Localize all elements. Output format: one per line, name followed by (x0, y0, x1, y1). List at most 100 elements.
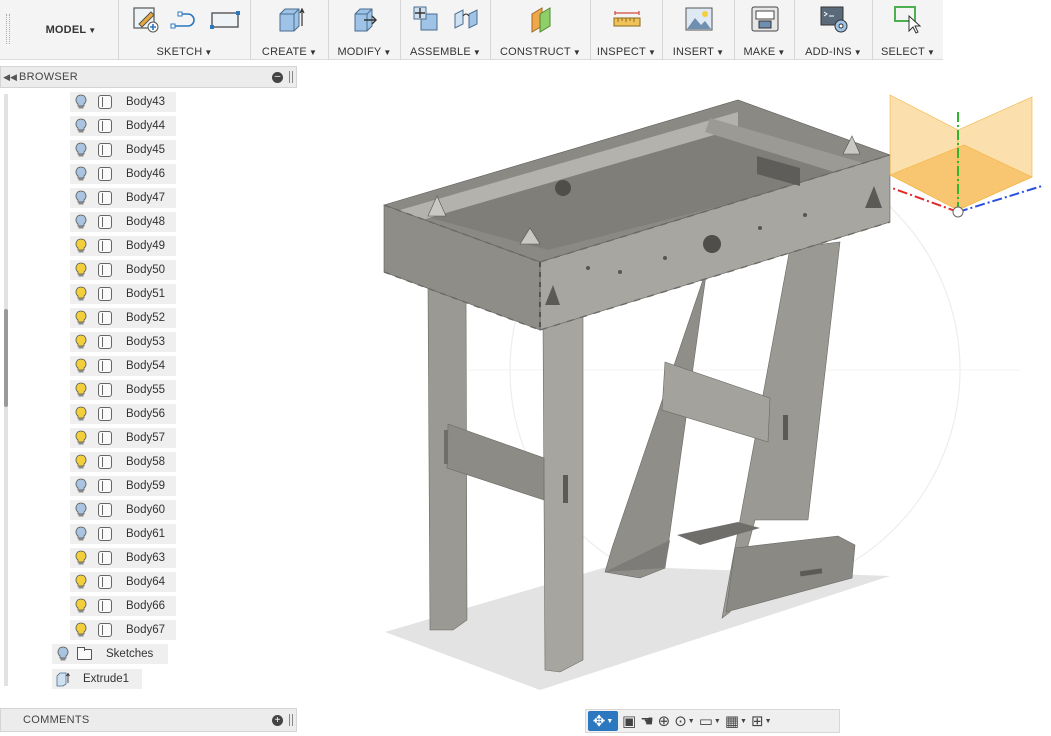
select-icon[interactable] (893, 4, 923, 34)
lightbulb-icon[interactable] (74, 166, 88, 182)
tree-item-body[interactable]: Body60 (70, 500, 176, 520)
extrude-icon[interactable] (275, 4, 305, 34)
make-menu[interactable]: MAKE ▼ (735, 46, 794, 58)
minus-icon[interactable]: – (272, 71, 283, 83)
inspect-menu[interactable]: INSPECT ▼ (591, 46, 662, 58)
panel-grip-icon[interactable] (289, 71, 293, 83)
view-cube[interactable] (885, 90, 1051, 225)
press-pull-icon[interactable] (350, 4, 380, 34)
lightbulb-icon[interactable] (74, 382, 88, 398)
lightbulb-icon[interactable] (74, 334, 88, 350)
tree-item-body[interactable]: Body46 (70, 164, 176, 184)
lightbulb-icon[interactable] (74, 406, 88, 422)
tree-item-body[interactable]: Body49 (70, 236, 176, 256)
tree-item-body[interactable]: Body52 (70, 308, 176, 328)
viewports-button[interactable]: ⊞ ▼ (751, 711, 772, 731)
tree-item-body[interactable]: Body53 (70, 332, 176, 352)
tree-item-body[interactable]: Body57 (70, 428, 176, 448)
tree-item-body[interactable]: Body55 (70, 380, 176, 400)
lightbulb-icon[interactable] (74, 622, 88, 638)
tree-item-body[interactable]: Body45 (70, 140, 176, 160)
tree-item-label: Body63 (126, 552, 166, 564)
panel-grip-icon[interactable] (289, 714, 293, 726)
lightbulb-icon[interactable] (74, 238, 88, 254)
tree-item-label: Body47 (126, 192, 166, 204)
select-menu[interactable]: SELECT ▼ (873, 46, 943, 58)
fit-button[interactable]: ⊙ ▼ (674, 711, 695, 731)
lightbulb-icon[interactable] (74, 190, 88, 206)
tree-item-body[interactable]: Body50 (70, 260, 176, 280)
chevron-down-icon: ▼ (740, 717, 747, 725)
add-ins-menu[interactable]: ADD-INS ▼ (795, 46, 872, 58)
pan-button[interactable]: ☚ (640, 711, 653, 731)
tree-item-body[interactable]: Body59 (70, 476, 176, 496)
tree-item-body[interactable]: Body64 (70, 572, 176, 592)
toolbar-grip[interactable] (6, 14, 10, 44)
body-icon (98, 191, 112, 205)
insert-menu[interactable]: INSERT ▼ (663, 46, 734, 58)
plus-icon[interactable]: + (272, 714, 283, 726)
lightbulb-icon[interactable] (74, 214, 88, 230)
collapse-panel-icon[interactable]: ◀◀ (1, 72, 19, 83)
lightbulb-icon[interactable] (74, 502, 88, 518)
lightbulb-icon[interactable] (74, 262, 88, 278)
tree-item-body[interactable]: Body61 (70, 524, 176, 544)
lightbulb-icon[interactable] (74, 358, 88, 374)
tree-item-sketches[interactable]: Sketches (30, 644, 168, 664)
offset-plane-icon[interactable] (526, 4, 556, 34)
create-menu[interactable]: CREATE ▼ (251, 46, 328, 58)
lightbulb-icon[interactable] (74, 454, 88, 470)
scrollbar-thumb[interactable] (4, 309, 8, 407)
lightbulb-icon[interactable] (74, 478, 88, 494)
modify-menu[interactable]: MODIFY ▼ (329, 46, 400, 58)
lightbulb-icon[interactable] (74, 118, 88, 134)
lightbulb-icon[interactable] (74, 598, 88, 614)
expand-triangle-icon[interactable] (34, 647, 45, 661)
browser-scrollbar[interactable] (4, 94, 8, 686)
lightbulb-icon[interactable] (74, 550, 88, 566)
insert-image-icon[interactable] (684, 4, 714, 34)
tree-item-body[interactable]: Body67 (70, 620, 176, 640)
assemble-menu[interactable]: ASSEMBLE ▼ (401, 46, 490, 58)
lightbulb-icon[interactable] (74, 526, 88, 542)
tree-item-body[interactable]: Body47 (70, 188, 176, 208)
workspace-switcher[interactable]: MODEL ▼ (24, 0, 118, 60)
zoom-button[interactable]: ⊕ (658, 711, 671, 731)
rectangle-tool-icon[interactable] (209, 4, 240, 34)
line-tool-icon[interactable] (170, 4, 200, 34)
chevron-down-icon: ▼ (647, 48, 657, 57)
lightbulb-icon[interactable] (74, 574, 88, 590)
tree-item-extrude1[interactable]: Extrude1 (52, 669, 142, 689)
create-sketch-icon[interactable] (130, 4, 160, 34)
look-at-button[interactable]: ▣ (622, 711, 636, 731)
joint-icon[interactable] (451, 4, 481, 34)
lightbulb-icon[interactable] (74, 94, 88, 110)
3d-print-icon[interactable] (750, 4, 780, 34)
orbit-button[interactable]: ✥ ▼ (588, 711, 618, 731)
tree-item-body[interactable]: Body44 (70, 116, 176, 136)
grid-settings-button[interactable]: ▦ ▼ (725, 711, 747, 731)
chevron-down-icon: ▼ (716, 48, 725, 57)
measure-icon[interactable] (612, 4, 642, 34)
tree-item-body[interactable]: Body56 (70, 404, 176, 424)
construct-group: CONSTRUCT ▼ (490, 0, 590, 60)
lightbulb-icon[interactable] (74, 286, 88, 302)
new-component-icon[interactable] (411, 4, 441, 34)
sketch-menu[interactable]: SKETCH ▼ (119, 46, 250, 58)
look-at-icon: ▣ (622, 713, 637, 730)
tree-item-body[interactable]: Body43 (70, 92, 176, 112)
tree-item-body[interactable]: Body58 (70, 452, 176, 472)
display-settings-button[interactable]: ▭ ▼ (699, 711, 721, 731)
lightbulb-icon[interactable] (74, 142, 88, 158)
tree-item-body[interactable]: Body54 (70, 356, 176, 376)
scripts-addins-icon[interactable] (819, 4, 849, 34)
lightbulb-icon[interactable] (56, 646, 70, 662)
tree-item-body[interactable]: Body66 (70, 596, 176, 616)
construct-menu[interactable]: CONSTRUCT ▼ (491, 46, 590, 58)
tree-item-body[interactable]: Body48 (70, 212, 176, 232)
lightbulb-icon[interactable] (74, 310, 88, 326)
viewports-icon: ⊞ (750, 713, 764, 730)
tree-item-body[interactable]: Body63 (70, 548, 176, 568)
lightbulb-icon[interactable] (74, 430, 88, 446)
tree-item-body[interactable]: Body51 (70, 284, 176, 304)
